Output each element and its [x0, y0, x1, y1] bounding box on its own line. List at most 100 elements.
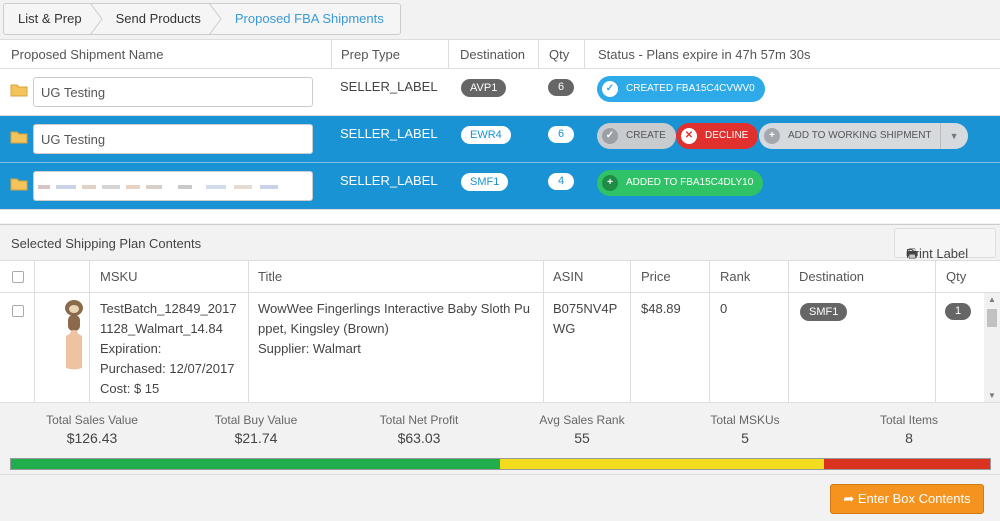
header-qty: Qty [549, 47, 570, 62]
total-sales-value: Total Sales Value $126.43 [12, 413, 172, 446]
qty-badge: 6 [548, 126, 574, 143]
destination-badge: SMF1 [800, 303, 848, 321]
asin-line: WG [553, 321, 576, 336]
breadcrumb-label: List & Prep [18, 11, 82, 26]
purchased-line: Purchased: 12/07/2017 [100, 361, 235, 376]
shipping-plan-contents: Selected Shipping Plan Contents 🖶 Print … [0, 224, 1000, 403]
cost-line: Cost: $ 15 [100, 381, 160, 396]
qty-badge: 6 [548, 79, 574, 96]
footer-bar: ➦ Enter Box Contents [0, 474, 1000, 521]
price-cell: $48.89 [641, 301, 681, 316]
prep-type: SELLER_LABEL [340, 79, 438, 94]
enter-box-contents-label: Enter Box Contents [857, 491, 971, 506]
chevron-down-icon[interactable]: ▼ [939, 123, 968, 149]
breadcrumb-list-prep[interactable]: List & Prep [4, 4, 103, 34]
header-msku: MSKU [100, 269, 138, 284]
folder-icon [10, 84, 28, 97]
create-label: CREATE [626, 130, 666, 141]
created-shipment-button[interactable]: ✓ CREATED FBA15C4CVWV0 [597, 76, 765, 102]
arrow-right-icon: ➦ [843, 491, 855, 506]
destination-badge: EWR4 [461, 126, 511, 144]
msku-line: TestBatch_12849_2017 [100, 301, 237, 316]
header-title: Title [258, 269, 283, 284]
msku-cell: TestBatch_12849_2017 1128_Walmart_14.84 … [100, 299, 237, 399]
folder-icon [10, 178, 28, 191]
added-to-shipment-label: ADDED TO FBA15C4DLY10 [626, 177, 754, 188]
shipment-row-selected[interactable]: SELLER_LABEL SMF1 4 + ADDED TO FBA15C4DL… [0, 163, 1000, 209]
title-line: ppet, Kingsley (Brown) [258, 321, 389, 336]
add-to-working-shipment-label: ADD TO WORKING SHIPMENT [788, 130, 932, 141]
total-label: Total Items [879, 413, 939, 427]
plan-title-bar: Selected Shipping Plan Contents 🖶 Print … [0, 225, 1000, 261]
row-checkbox[interactable] [12, 305, 24, 317]
shipment-name-input[interactable] [33, 77, 313, 107]
created-shipment-label: CREATED FBA15C4CVWV0 [626, 83, 755, 94]
check-icon: ✓ [602, 81, 618, 97]
totals-summary: Total Sales Value $126.43 Total Buy Valu… [0, 402, 1000, 474]
header-shipment-name: Proposed Shipment Name [11, 47, 164, 62]
progress-segment-yellow [499, 459, 824, 469]
shipment-name-input[interactable] [33, 171, 313, 201]
shipment-row[interactable]: SELLER_LABEL AVP1 6 ✓ CREATED FBA15C4CVW… [0, 69, 1000, 115]
print-label-button[interactable]: 🖶 Print Label [894, 228, 996, 261]
plus-icon: + [764, 128, 780, 144]
plus-icon: + [602, 175, 618, 191]
breadcrumb-label: Send Products [115, 11, 201, 26]
destination-badge: AVP1 [461, 79, 507, 97]
qty-badge: 4 [548, 173, 574, 190]
decline-button[interactable]: ✕ DECLINE [676, 123, 759, 149]
plan-table-header: MSKU Title ASIN Price Rank Destination Q… [0, 261, 1000, 293]
total-items: Total Items 8 [829, 413, 989, 446]
header-prep-type: Prep Type [341, 47, 401, 62]
plan-title: Selected Shipping Plan Contents [11, 236, 202, 251]
create-button[interactable]: ✓ CREATE [597, 123, 676, 149]
title-line: WowWee Fingerlings Interactive Baby Slot… [258, 301, 530, 316]
total-value: $63.03 [397, 430, 441, 446]
total-value: 5 [741, 430, 749, 446]
product-image [65, 300, 83, 370]
total-label: Total MSKUs [710, 413, 780, 427]
header-qty: Qty [946, 269, 967, 284]
close-icon: ✕ [681, 128, 697, 144]
select-all-checkbox[interactable] [12, 271, 24, 283]
msku-line: 1128_Walmart_14.84 [100, 321, 223, 336]
total-value: $126.43 [66, 430, 118, 446]
breadcrumb-send-products[interactable]: Send Products [98, 4, 222, 34]
title-cell: WowWee Fingerlings Interactive Baby Slot… [258, 299, 530, 359]
plan-scrollbar[interactable]: ▲ ▼ [984, 293, 1000, 403]
total-value: $21.74 [234, 430, 278, 446]
destination-badge: SMF1 [461, 173, 509, 191]
total-buy-value: Total Buy Value $21.74 [176, 413, 336, 446]
prep-type: SELLER_LABEL [340, 173, 438, 188]
shipment-row-selected[interactable]: SELLER_LABEL EWR4 6 ✓ CREATE ✕ DECLINE +… [0, 116, 1000, 162]
add-to-working-shipment-button[interactable]: + ADD TO WORKING SHIPMENT ▼ [759, 123, 968, 149]
total-label: Total Net Profit [379, 413, 459, 427]
asin-cell: B075NV4P WG [553, 299, 617, 339]
total-label: Avg Sales Rank [539, 413, 625, 427]
header-status: Status - Plans expire in 47h 57m 30s [598, 47, 811, 62]
qty-badge: 1 [945, 303, 971, 320]
breadcrumb: List & Prep Send Products Proposed FBA S… [3, 3, 401, 35]
profit-progress-bar [10, 458, 991, 470]
shipment-name-input[interactable] [33, 124, 313, 154]
enter-box-contents-button[interactable]: ➦ Enter Box Contents [830, 484, 984, 514]
header-asin: ASIN [553, 269, 584, 284]
scroll-thumb[interactable] [987, 309, 997, 327]
folder-icon [10, 131, 28, 144]
expiration-line: Expiration: [100, 341, 162, 356]
decline-label: DECLINE [705, 130, 749, 141]
avg-sales-rank: Avg Sales Rank 55 [502, 413, 662, 446]
scroll-up-icon[interactable]: ▲ [984, 293, 1000, 307]
header-destination: Destination [460, 47, 526, 62]
added-to-shipment-button[interactable]: + ADDED TO FBA15C4DLY10 [597, 170, 764, 196]
breadcrumb-proposed-fba-shipments: Proposed FBA Shipments [217, 4, 400, 34]
header-price: Price [641, 269, 671, 284]
header-rank: Rank [720, 269, 751, 284]
total-value: 8 [905, 430, 913, 446]
progress-segment-red [823, 459, 990, 469]
shipments-table-header: Proposed Shipment Name Prep Type Destina… [0, 39, 1000, 69]
supplier-line: Supplier: Walmart [258, 341, 361, 356]
rank-cell: 0 [720, 301, 728, 316]
scroll-down-icon[interactable]: ▼ [984, 389, 1000, 403]
total-mskus: Total MSKUs 5 [665, 413, 825, 446]
